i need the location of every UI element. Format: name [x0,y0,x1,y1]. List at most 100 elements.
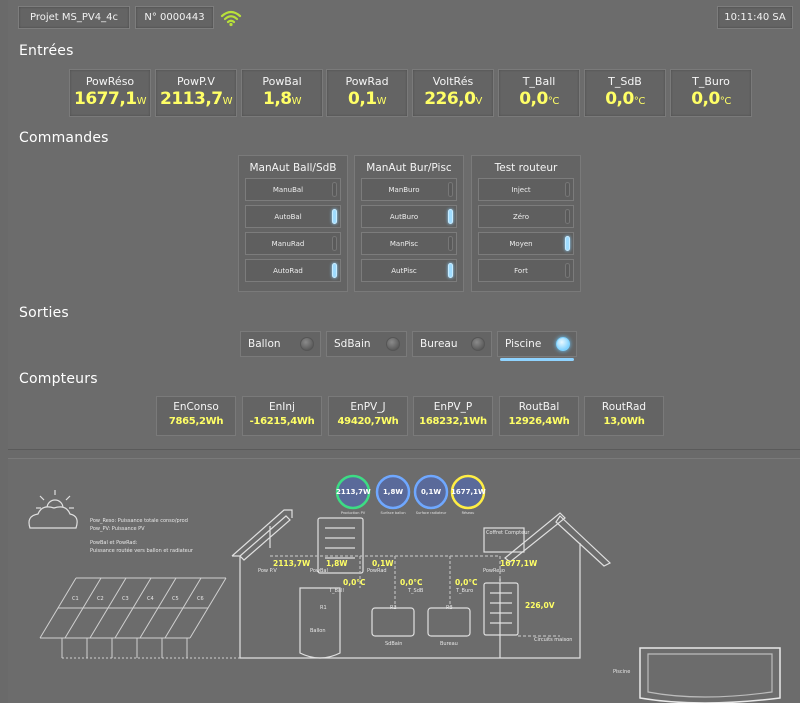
counter-label: EnConso [173,401,219,413]
counter-value: 168232,1Wh [419,416,487,427]
schema-label-powreso: PowReso [483,568,505,574]
input-value: 0,0°C [671,89,751,109]
toggle-indicator [332,263,337,278]
input-value-number: 1677,1 [74,89,137,109]
command-button-fort[interactable]: Fort [478,259,574,282]
counter-label: EnPV_J [350,401,386,413]
input-value: 0,0°C [499,89,579,109]
input-label: PowBal [262,75,302,88]
input-value-unit: °C [547,96,559,107]
schema-label-sdbain: SdBain [385,641,403,647]
input-value: 0,1W [327,89,407,109]
input-label: PowRéso [85,75,135,88]
gauge-caption: Surface radiateur [415,511,447,515]
input-value: 2113,7W [156,89,236,109]
input-label: T_SdB [608,75,642,88]
command-group-title: ManAut Ball/SdB [249,162,337,174]
input-value-number: 0,0 [691,89,720,109]
output-piscine[interactable]: Piscine [497,331,577,361]
output-sdbain[interactable]: SdBain [326,331,407,357]
schema-value-powbal: 1,8W [326,559,348,568]
schema-value-powreso: 1677,1W [500,559,538,568]
toggle-indicator [565,209,570,224]
output-label: Piscine [505,338,542,350]
gauge-caption: Production PV [340,511,366,515]
status-led-icon [471,337,485,351]
output-ballon[interactable]: Ballon [240,331,321,357]
solar-panel-label: C6 [197,596,204,602]
gauge-value: 1677,1W [451,488,486,496]
output-bureau[interactable]: Bureau [412,331,492,357]
counter-label: RoutRad [601,401,647,413]
status-led-icon [556,337,570,351]
schema-label-tsdb: T_SdB [408,588,424,594]
command-button-autburo[interactable]: AutBuro [361,205,457,228]
command-button-label: AutoBal [274,212,302,221]
input-label: PowRad [345,75,389,88]
output-label: Ballon [248,338,281,350]
command-button-manpisc[interactable]: ManPisc [361,232,457,255]
schema-label-powbal: PowBal [310,568,328,574]
input-value: 1677,1W [70,89,150,109]
command-button-autobal[interactable]: AutoBal [245,205,341,228]
counter-enconso: EnConso 7865,2Wh [156,396,236,436]
input-value-number: 0,1 [347,89,377,109]
schema-label-r1: R1 [320,605,327,611]
command-group-0: ManAut Ball/SdB ManuBal AutoBal ManuRad Auto… [238,155,348,292]
cloud-icon [28,506,78,529]
counter-label: EnPV_P [433,401,473,413]
input-value-number: 0,0 [519,89,548,109]
input-value-number: 0,0 [605,89,634,109]
command-button-inject[interactable]: Inject [478,178,574,201]
counter-enpv_p: EnPV_P 168232,1Wh [413,396,493,436]
command-button-label: ManBuro [388,185,420,194]
input-value-unit: W [222,96,233,107]
schema-value-tball: 0,0°C [343,578,366,587]
outputs-title: Sorties [19,305,69,321]
counter-routbal: RoutBal 12926,4Wh [499,396,579,436]
schema-label-powrad: PowRad [367,568,387,574]
output-label: Bureau [420,338,458,350]
command-group-1: ManAut Bur/Pisc ManBuro AutBuro ManPisc AutP… [354,155,464,292]
command-button-label: Fort [514,266,528,275]
command-button-label: AutPisc [391,266,417,275]
gauge-caption: Réseau [461,511,475,515]
command-button-zéro[interactable]: Zéro [478,205,574,228]
schema-label-r2: R2 [390,605,397,611]
radiator-bureau [427,607,471,637]
command-button-autorad[interactable]: AutoRad [245,259,341,282]
input-label: T_Buro [692,75,730,88]
command-button-manburo[interactable]: ManBuro [361,178,457,201]
radiator-sdbain [371,607,415,637]
input-box-voltrés: VoltRés 226,0V [412,69,494,117]
counter-label: EnInj [269,401,295,413]
solar-panel-label: C3 [122,596,129,602]
solar-panel-label: C4 [147,596,154,602]
input-box-powrad: PowRad 0,1W [326,69,408,117]
toggle-indicator [332,236,337,251]
toggle-indicator [448,182,453,197]
solar-panel-label: C1 [72,596,79,602]
command-button-manurad[interactable]: ManuRad [245,232,341,255]
schema-value-tsdb: 0,0°C [400,578,423,587]
schema-value-tburo: 0,0°C [455,578,478,587]
command-button-autpisc[interactable]: AutPisc [361,259,457,282]
input-box-powbal: PowBal 1,8W [241,69,323,117]
input-box-t_buro: T_Buro 0,0°C [670,69,752,117]
command-button-moyen[interactable]: Moyen [478,232,574,255]
input-value-unit: W [291,96,302,107]
input-box-powp.v: PowP.V 2113,7W [155,69,237,117]
schema-label-circuits: Circuits maison [534,637,573,643]
schema-value-volt: 226,0V [525,601,555,610]
toggle-indicator [565,263,570,278]
inputs-title: Entrées [19,43,74,59]
status-led-icon [386,337,400,351]
command-button-manubal[interactable]: ManuBal [245,178,341,201]
commands-title: Commandes [19,130,109,146]
gauge-value: 1,8W [382,488,404,496]
schema-label-r3: R3 [446,605,453,611]
counter-value: 7865,2Wh [168,416,224,427]
command-button-label: ManuBal [272,185,304,194]
gauge-caption: Surface ballon [380,511,406,515]
gauge-value: 0,1W [420,488,442,496]
